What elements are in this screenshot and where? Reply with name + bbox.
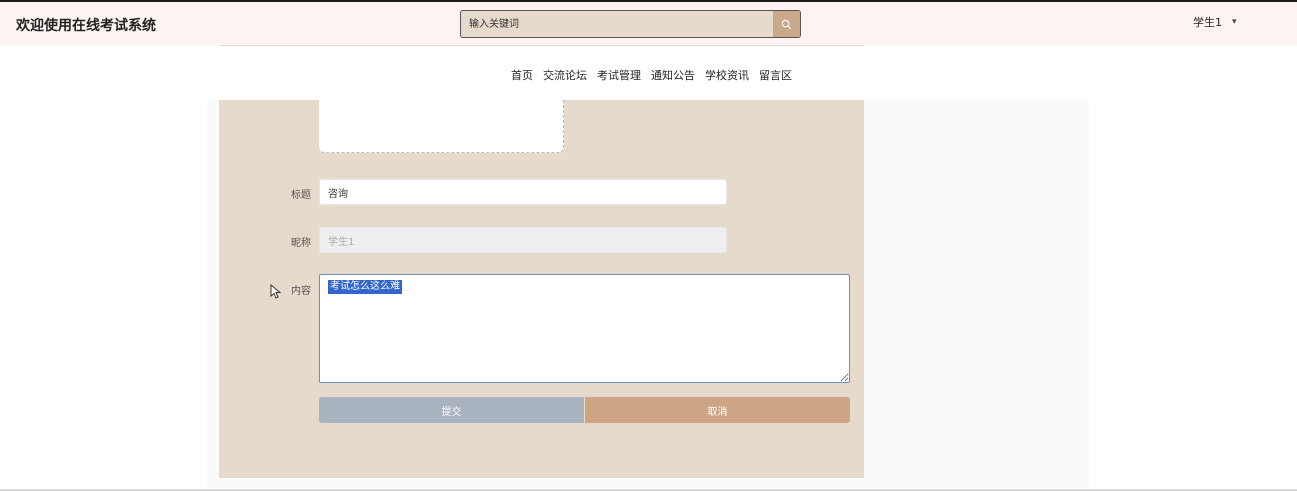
nav-item-message-board[interactable]: 留言区 — [759, 67, 792, 83]
user-menu[interactable]: 学生1 ▾ — [1193, 14, 1237, 30]
search-input[interactable] — [461, 11, 774, 37]
search-box — [460, 10, 801, 38]
search-button[interactable] — [773, 11, 800, 37]
user-name: 学生1 — [1193, 16, 1222, 29]
cancel-button[interactable]: 取消 — [585, 397, 850, 423]
nav-item-exam-management[interactable]: 考试管理 — [597, 67, 641, 83]
nav-item-forum[interactable]: 交流论坛 — [543, 67, 587, 83]
submit-button[interactable]: 提交 — [319, 397, 584, 423]
main-nav: 首页 交流论坛 考试管理 通知公告 学校资讯 留言区 — [0, 64, 1297, 84]
nickname-input — [319, 227, 727, 253]
panel-top-edge — [219, 45, 864, 46]
title-label: 标题 — [291, 190, 311, 201]
nav-item-school-news[interactable]: 学校资讯 — [705, 67, 749, 83]
search-icon — [781, 19, 792, 29]
top-header: 欢迎使用在线考试系统 学生1 ▾ — [0, 2, 1297, 45]
title-input[interactable] — [319, 179, 727, 205]
site-title: 欢迎使用在线考试系统 — [16, 18, 156, 34]
content-text-selected: 考试怎么这么难 — [328, 280, 402, 294]
chevron-down-icon: ▾ — [1232, 17, 1237, 27]
mouse-cursor-icon — [270, 284, 282, 299]
nickname-label: 昵称 — [291, 238, 311, 249]
image-upload-area[interactable] — [319, 100, 564, 153]
nav-item-announcements[interactable]: 通知公告 — [651, 67, 695, 83]
nav-item-home[interactable]: 首页 — [511, 67, 533, 83]
